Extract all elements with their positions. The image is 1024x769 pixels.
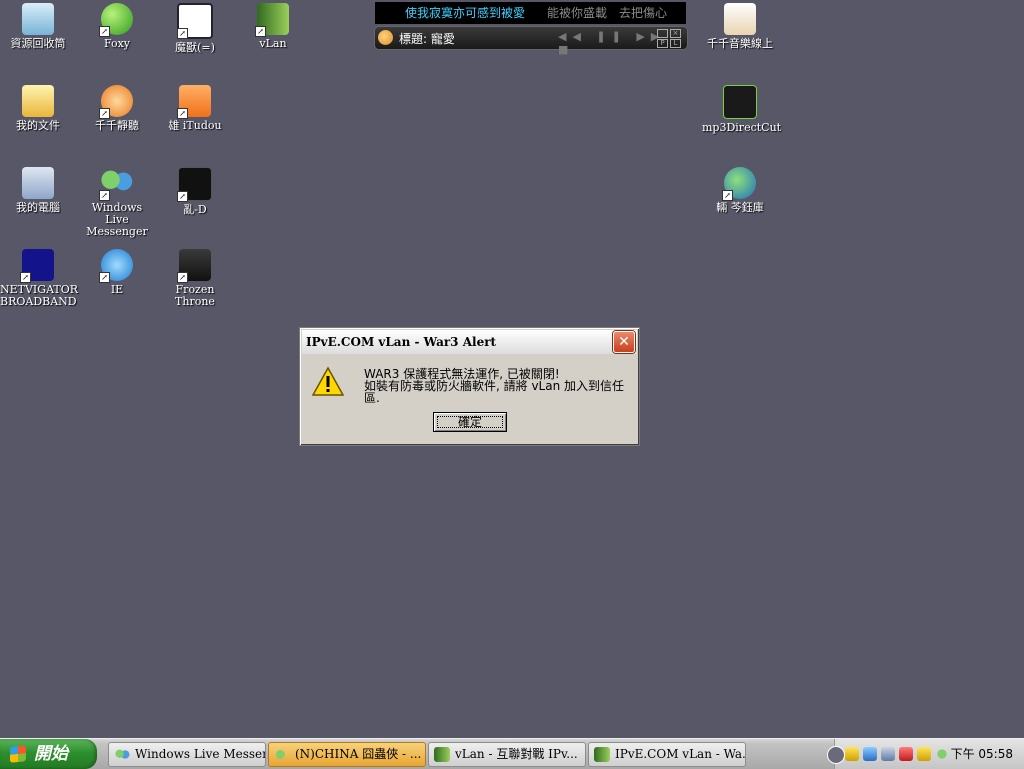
- desktop-icon-label: NETVIGATOR BROADBAND: [0, 283, 79, 308]
- antivirus-icon[interactable]: [899, 747, 913, 761]
- desktop-icon-my-documents[interactable]: 我的文件: [0, 85, 76, 132]
- alert-dialog: IPvE.COM vLan - War3 Alert ✕ WAR3 保護程式無法…: [299, 327, 640, 446]
- system-tray: 下午 05:58: [827, 739, 1024, 769]
- desktop-icon-vlan[interactable]: ↗ vLan: [235, 3, 311, 50]
- tray-expand-icon[interactable]: [827, 746, 845, 764]
- desktop-icon-label: Frozen Throne: [175, 283, 215, 308]
- desktop-icon-foxy[interactable]: ↗ Foxy: [79, 3, 155, 50]
- desktop-icon-warcraft[interactable]: ↗ 魔獸(=): [157, 3, 233, 54]
- network-computer-icon[interactable]: [881, 747, 895, 761]
- desktop-icon-label: 輛 芩鈺庫: [716, 201, 764, 214]
- desktop-icon-luan-d[interactable]: ↗ 亂-D: [157, 167, 233, 216]
- desktop-icon-globe-library[interactable]: ↗ 輛 芩鈺庫: [702, 167, 778, 214]
- desktop-icon-ttplayer[interactable]: ↗ 千千靜聽: [79, 85, 155, 132]
- desktop-icon-my-computer[interactable]: 我的電腦: [0, 167, 76, 214]
- close-button[interactable]: ✕: [613, 331, 635, 353]
- lyrics-line-next: 能被你盛載: [547, 6, 608, 20]
- player-l-icon[interactable]: L: [670, 39, 681, 48]
- dialog-titlebar[interactable]: IPvE.COM vLan - War3 Alert ✕: [302, 330, 637, 354]
- taskbar-button-label: (N)CHINA 囧蟲俠 - ...: [295, 747, 422, 761]
- desktop-icon-recycle-bin[interactable]: 資源回收筒: [0, 3, 76, 50]
- desktop-icon-itudou[interactable]: ↗ 雄 iTudou: [157, 85, 233, 132]
- desktop-icon-label: 魔獸(=): [175, 41, 215, 54]
- desktop-icon-label: Foxy: [103, 37, 131, 50]
- messenger-group-icon: [274, 747, 290, 762]
- ok-button[interactable]: 確定: [433, 412, 507, 432]
- foxy-icon: ↗: [99, 3, 133, 37]
- player-mascot-icon: [378, 30, 393, 45]
- desktop-icon-frozen-throne[interactable]: ↗ Frozen Throne: [157, 249, 233, 308]
- messenger-tray-icon[interactable]: [935, 747, 949, 761]
- ttplayer-icon: ↗: [99, 85, 133, 119]
- internet-explorer-icon: ↗: [99, 249, 133, 283]
- dialog-message: WAR3 保護程式無法運作, 已被關閉! 如裝有防毒或防火牆軟件, 請將 vLa…: [364, 368, 639, 404]
- desktop-icon-label: 資源回收筒: [10, 37, 66, 50]
- lyrics-line-current: 使我寂寞亦可感到被愛: [405, 6, 526, 20]
- desktop-icon-mp3directcut[interactable]: mp3DirectCut: [702, 85, 782, 134]
- desktop-icon-label: 千千靜聽: [95, 119, 139, 132]
- luan-d-icon: ↗: [177, 167, 212, 202]
- netvigator-icon: ↗: [20, 249, 54, 283]
- vlan-icon: [434, 747, 450, 762]
- player-restore-icon[interactable]: [657, 29, 668, 38]
- recycle-bin-icon: [22, 3, 54, 35]
- frozen-throne-icon: ↗: [177, 249, 211, 283]
- mini-player[interactable]: 標題: 寵愛 ◀◀ ❚❚ ▶▶ ■ × P L: [374, 26, 688, 56]
- desktop-icon-label: 亂-D: [183, 203, 207, 216]
- desktop-icon-ie[interactable]: ↗ IE: [79, 249, 155, 296]
- mp3directcut-icon: [723, 85, 757, 119]
- dialog-title: IPvE.COM vLan - War3 Alert: [306, 335, 497, 349]
- desktop-icon-label: 千千音樂線上: [707, 37, 773, 50]
- dialog-message-line-2: 如裝有防毒或防火牆軟件, 請將 vLan 加入到信任區.: [364, 379, 625, 405]
- itudou-icon: ↗: [177, 85, 211, 119]
- ttmusic-online-icon: [724, 3, 756, 35]
- messenger-icon: ↗: [99, 167, 133, 201]
- globe-library-icon: ↗: [722, 167, 756, 201]
- clock: 下午 05:58: [950, 747, 1013, 761]
- taskbar-button-alert[interactable]: IPvE.COM vLan - Wa...: [588, 742, 746, 767]
- taskbar-button-label: IPvE.COM vLan - Wa...: [615, 747, 746, 761]
- player-close-icon[interactable]: ×: [670, 29, 681, 38]
- taskbar: 開始 Windows Live Messen... (N)CHINA 囧蟲俠 -…: [0, 738, 1024, 769]
- my-computer-icon: [22, 167, 54, 199]
- desktop-icon-label: 雄 iTudou: [168, 119, 222, 132]
- warcraft-app-icon: ↗: [177, 3, 213, 39]
- taskbar-button-label: Windows Live Messen...: [135, 747, 265, 761]
- desktop-icon-label: 我的文件: [16, 119, 60, 132]
- desktop-icon-netvigator[interactable]: ↗ NETVIGATOR BROADBAND: [0, 249, 79, 308]
- desktop-icon-label: Windows Live Messenger: [86, 201, 148, 238]
- network-icon[interactable]: [863, 747, 877, 761]
- focus-rect: [437, 416, 503, 428]
- player-p-icon[interactable]: P: [657, 39, 668, 48]
- messenger-icon: [114, 747, 130, 762]
- desktop-icon-messenger[interactable]: ↗ Windows Live Messenger: [79, 167, 155, 238]
- start-button[interactable]: 開始: [0, 739, 97, 769]
- security-shield-icon[interactable]: [845, 747, 859, 761]
- taskbar-button-vlan[interactable]: vLan - 互聯對戰 IPv...: [428, 742, 586, 767]
- windows-flag-icon: [10, 745, 26, 763]
- player-window-buttons: × P L: [655, 28, 683, 48]
- warning-icon: [312, 366, 344, 396]
- vlan-icon: [594, 747, 610, 762]
- vlan-icon: ↗: [255, 3, 289, 37]
- desktop-icon-ttmusic-online[interactable]: 千千音樂線上: [702, 3, 778, 50]
- lyrics-line-after: 去把傷心: [619, 6, 668, 20]
- lyrics-bar: 使我寂寞亦可感到被愛 能被你盛載 去把傷心: [375, 2, 686, 24]
- my-documents-icon: [22, 85, 54, 117]
- taskbar-button-label: vLan - 互聯對戰 IPv...: [455, 747, 578, 761]
- desktop-icon-label: mp3DirectCut: [702, 121, 782, 134]
- warning-tray-icon[interactable]: [917, 747, 931, 761]
- start-label: 開始: [34, 744, 68, 764]
- desktop-icon-label: IE: [110, 283, 124, 296]
- desktop-icon-label: 我的電腦: [16, 201, 60, 214]
- taskbar-button-china[interactable]: (N)CHINA 囧蟲俠 - ...: [268, 742, 426, 767]
- player-track-title: 標題: 寵愛: [399, 32, 455, 46]
- desktop-icon-label: vLan: [259, 37, 287, 50]
- taskbar-button-messenger[interactable]: Windows Live Messen...: [108, 742, 266, 767]
